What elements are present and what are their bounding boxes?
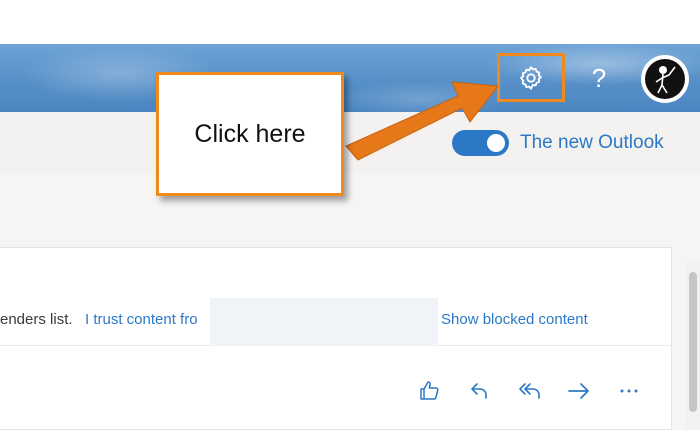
reply-all-button[interactable]: [515, 376, 545, 406]
forward-button[interactable]: [564, 376, 594, 406]
show-blocked-content-link[interactable]: Show blocked content: [441, 311, 588, 329]
reply-icon: [471, 383, 487, 399]
like-button[interactable]: [414, 376, 444, 406]
new-outlook-label: The new Outlook: [520, 132, 664, 153]
help-button[interactable]: ?: [586, 60, 612, 96]
more-icon: [620, 389, 638, 393]
blocked-content-notice: enders list.: [0, 311, 73, 328]
toggle-knob: [487, 134, 505, 152]
callout-text: Click here: [194, 119, 306, 148]
avatar[interactable]: [641, 55, 689, 103]
annotation-callout: Click here: [156, 72, 344, 196]
top-whitespace: [0, 0, 700, 44]
gear-icon: [520, 65, 542, 90]
settings-button[interactable]: [497, 53, 565, 102]
trust-content-link[interactable]: I trust content fro: [85, 311, 198, 329]
like-icon: [420, 381, 439, 400]
scrollbar-thumb[interactable]: [689, 272, 697, 412]
forward-icon: [568, 383, 589, 399]
scrollbar[interactable]: [686, 260, 700, 430]
avatar-image: [645, 59, 685, 99]
more-options-button[interactable]: [614, 376, 644, 406]
new-outlook-toggle[interactable]: [452, 130, 509, 156]
reply-all-icon: [519, 383, 540, 399]
reply-button[interactable]: [464, 376, 494, 406]
redacted-area: [210, 298, 438, 346]
